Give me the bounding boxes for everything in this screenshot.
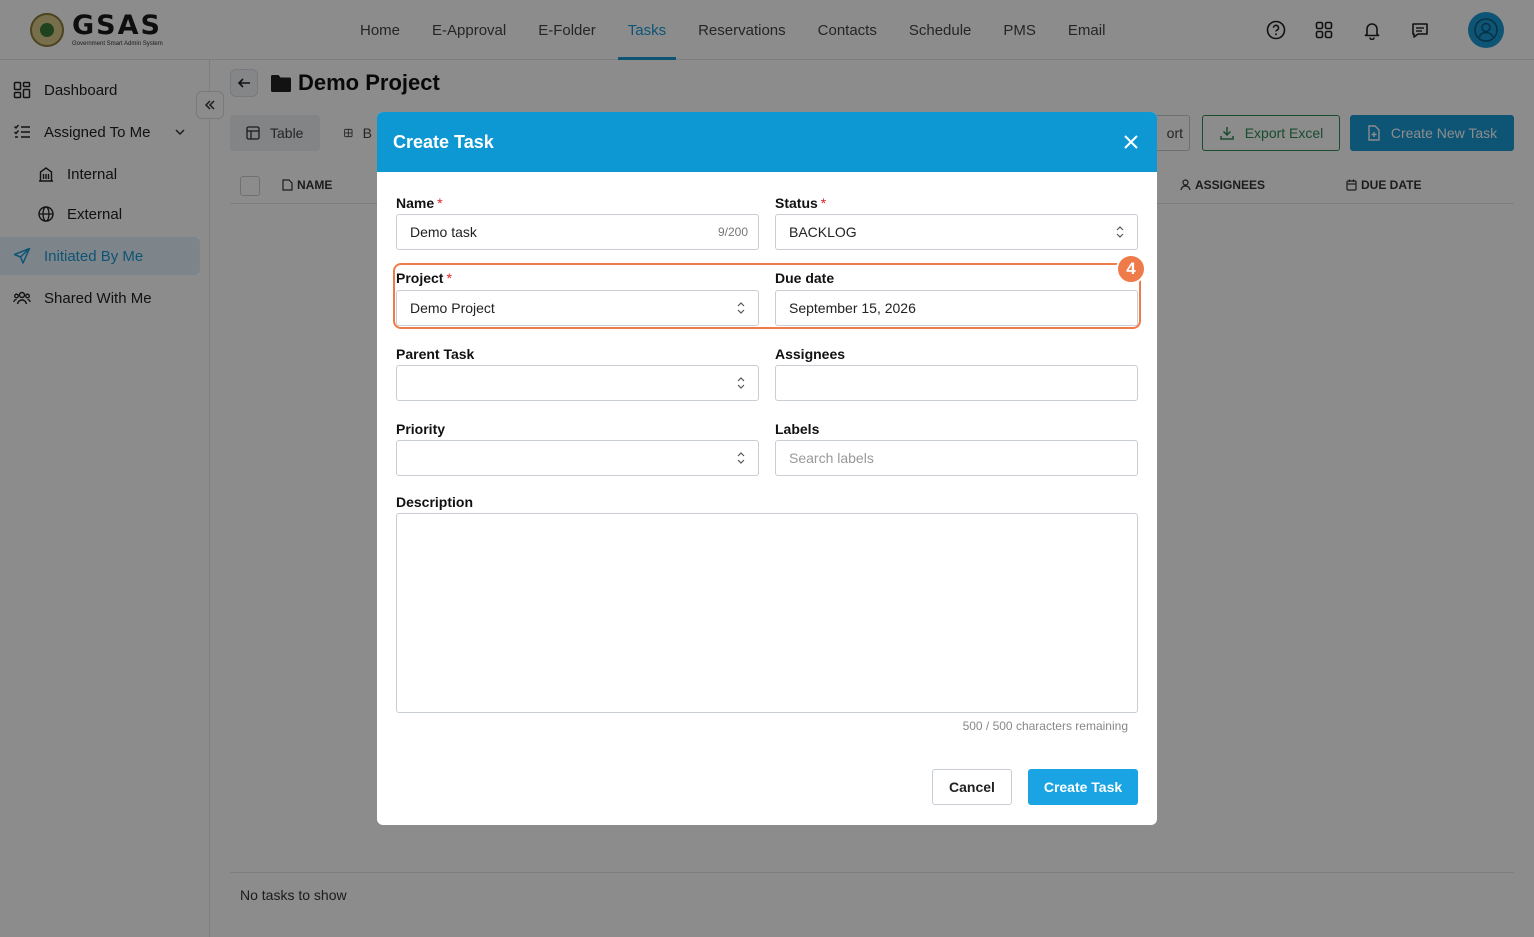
labels-label-text: Labels xyxy=(775,421,820,437)
name-label: Name * xyxy=(396,195,443,211)
description-textarea[interactable] xyxy=(396,513,1138,713)
cancel-button[interactable]: Cancel xyxy=(932,769,1012,805)
required-marker: * xyxy=(446,270,452,286)
priority-select[interactable] xyxy=(396,440,759,476)
due-date-label: Due date xyxy=(775,270,834,286)
description-label-text: Description xyxy=(396,494,474,510)
project-label-text: Project xyxy=(396,270,444,286)
description-label: Description xyxy=(396,494,473,510)
step-number-badge: 4 xyxy=(1116,254,1146,284)
create-task-button[interactable]: Create Task xyxy=(1028,769,1138,805)
description-char-remaining: 500 / 500 characters remaining xyxy=(962,719,1128,733)
parent-task-label: Parent Task xyxy=(396,346,474,362)
due-date-label-text: Due date xyxy=(775,270,835,286)
priority-label: Priority xyxy=(396,421,445,437)
select-arrows-icon xyxy=(737,452,745,464)
modal-header: Create Task xyxy=(377,112,1157,172)
labels-placeholder: Search labels xyxy=(789,450,874,466)
required-marker: * xyxy=(820,195,827,211)
assignees-label: Assignees xyxy=(775,346,845,362)
required-marker: * xyxy=(437,195,443,211)
status-label-text: Status xyxy=(775,195,818,211)
labels-search-input[interactable]: Search labels xyxy=(775,440,1138,476)
priority-label-text: Priority xyxy=(396,421,446,437)
status-select[interactable]: BACKLOG xyxy=(775,214,1138,250)
select-arrows-icon xyxy=(737,302,745,314)
labels-label: Labels xyxy=(775,421,819,437)
status-select-value: BACKLOG xyxy=(789,224,857,240)
due-date-value: September 15, 2026 xyxy=(789,300,916,316)
modal-title: Create Task xyxy=(393,131,494,152)
name-label-text: Name xyxy=(396,195,435,211)
project-select[interactable]: Demo Project xyxy=(396,290,759,326)
parent-task-select[interactable] xyxy=(396,365,759,401)
project-label: Project * xyxy=(396,270,452,286)
create-task-modal: Create Task Name * Demo task 9/200 Status… xyxy=(377,112,1157,825)
assignees-input[interactable] xyxy=(775,365,1138,401)
close-icon[interactable] xyxy=(1121,132,1141,152)
name-input-value: Demo task xyxy=(410,224,477,240)
select-arrows-icon xyxy=(1116,226,1124,238)
name-input[interactable]: Demo task 9/200 xyxy=(396,214,759,250)
parent-task-label-text: Parent Task xyxy=(396,346,475,362)
name-char-count: 9/200 xyxy=(717,225,748,239)
assignees-label-text: Assignees xyxy=(775,346,846,362)
project-select-value: Demo Project xyxy=(410,300,495,316)
select-arrows-icon xyxy=(737,377,745,389)
status-label: Status * xyxy=(775,195,826,211)
due-date-input[interactable]: September 15, 2026 xyxy=(775,290,1138,326)
